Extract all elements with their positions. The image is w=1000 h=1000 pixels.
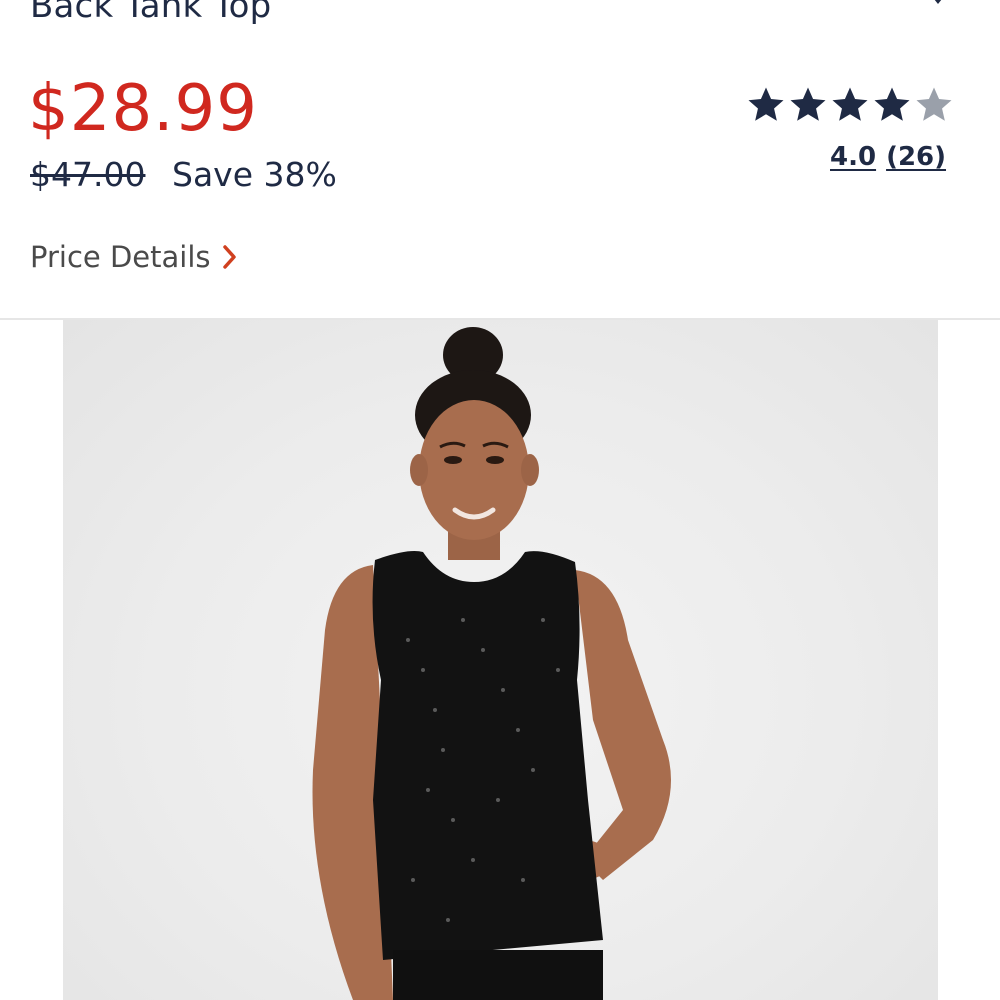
chevron-right-icon xyxy=(222,245,236,269)
sale-price: $28.99 xyxy=(28,72,258,146)
star-empty-icon xyxy=(916,87,952,121)
star-icon xyxy=(748,87,784,121)
savings-text: Save 38% xyxy=(172,155,337,194)
original-price: $47.00 xyxy=(30,155,146,194)
rating-summary[interactable]: 4.0 (26) xyxy=(830,142,946,172)
price-details-link[interactable]: Price Details xyxy=(30,240,239,274)
rating-value[interactable]: 4.0 xyxy=(830,142,876,172)
model-photo xyxy=(312,327,671,1000)
product-title: Back Tank Top xyxy=(30,0,272,26)
star-icon xyxy=(832,87,868,121)
star-icon xyxy=(874,87,910,121)
product-image[interactable] xyxy=(63,320,938,1000)
rating-stars[interactable] xyxy=(745,84,955,128)
heart-icon[interactable] xyxy=(928,0,948,6)
review-count[interactable]: (26) xyxy=(886,142,946,172)
price-details-label: Price Details xyxy=(30,240,211,274)
star-icon xyxy=(790,87,826,121)
